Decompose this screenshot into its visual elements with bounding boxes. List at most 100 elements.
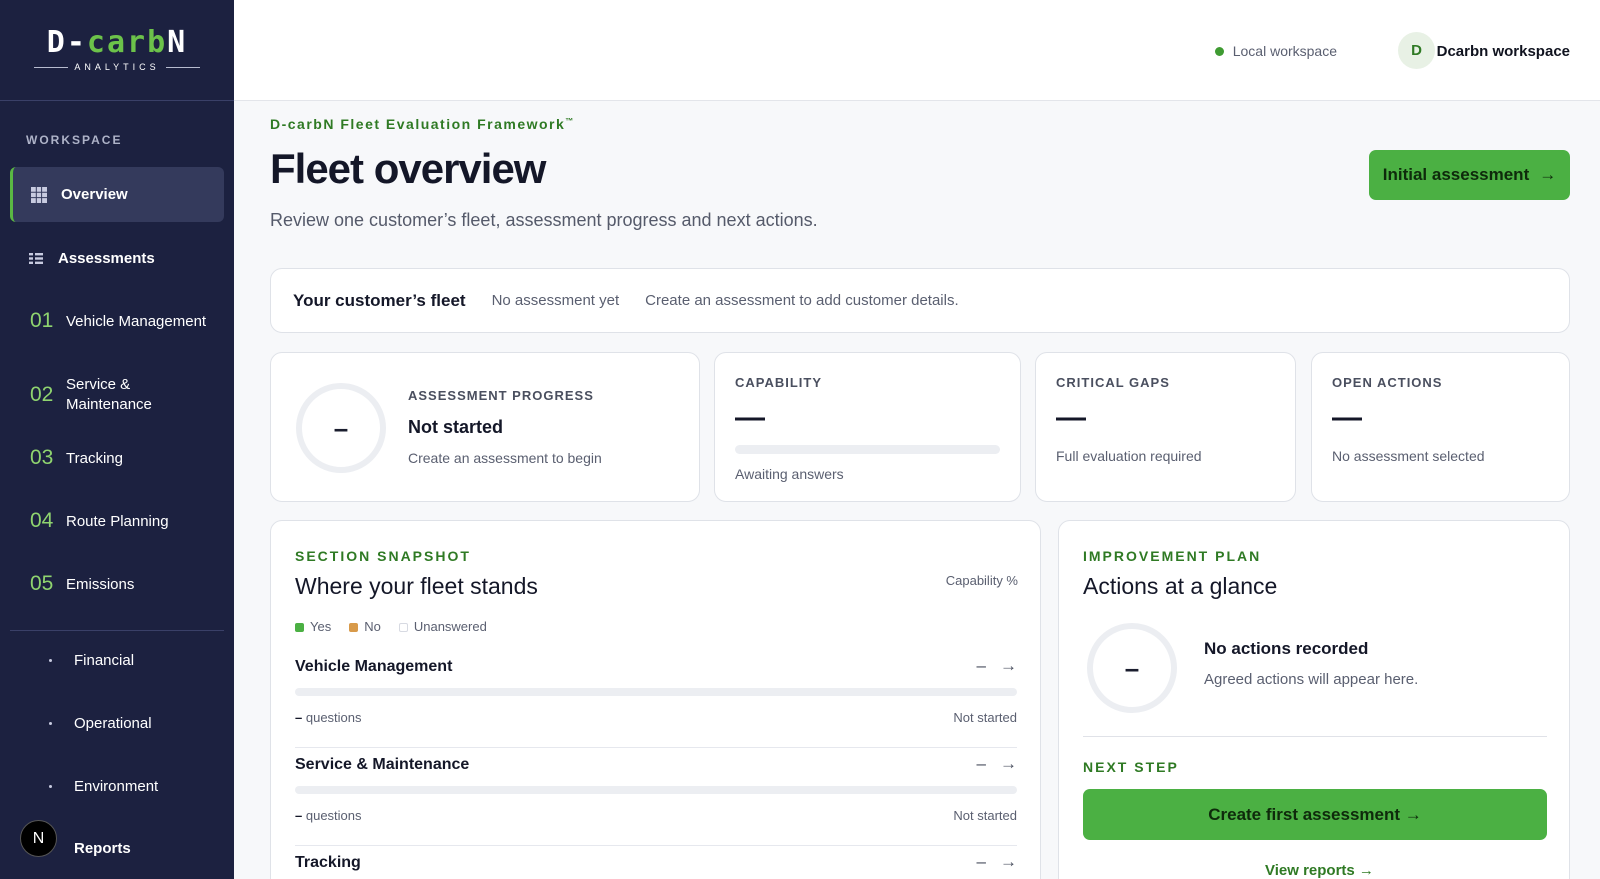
sidebar-item-label: Assessments (58, 249, 155, 267)
capability-bar (735, 445, 1000, 454)
sidebar-item-label: Tracking (66, 449, 123, 467)
logo-line-right (165, 66, 200, 68)
snapshot-row-value: – (976, 852, 986, 871)
snapshot-row-status: Not started (953, 710, 1017, 725)
sidebar-item-emissions[interactable]: 05 Emissions (10, 562, 224, 606)
snapshot-row-bar (295, 786, 1017, 794)
bullet-icon (40, 721, 60, 725)
sidebar-item-operational[interactable]: Operational (10, 701, 224, 745)
sidebar-item-label: Route Planning (66, 512, 169, 530)
sidebar-item-overview[interactable]: Overview (10, 167, 224, 222)
page-subtitle: Review one customer’s fleet, assessment … (270, 210, 818, 230)
snapshot-row-bar (295, 688, 1017, 696)
snapshot-row-title: Service & Maintenance (295, 756, 470, 773)
plan-title: Actions at a glance (1083, 573, 1278, 599)
capability-value: — (735, 401, 765, 434)
bullet-icon (40, 784, 60, 788)
progress-note: Create an assessment to begin (408, 450, 602, 466)
questions-count: – (295, 710, 303, 725)
sidebar-divider (10, 630, 224, 631)
sidebar-item-vehicle-management[interactable]: 01 Vehicle Management (10, 299, 224, 343)
legend-swatch-unanswered (398, 623, 408, 633)
sidebar-item-tracking[interactable]: 03 Tracking (10, 436, 224, 480)
logo-wordmark: D-carbN (46, 25, 188, 60)
initial-assessment-button[interactable]: Initial assessment → (1369, 150, 1570, 200)
no-actions-heading: No actions recorded (1204, 639, 1369, 658)
sidebar-item-label: Service & Maintenance (66, 375, 152, 413)
arrow-right-icon[interactable]: → (1000, 754, 1017, 774)
critical-gaps-note: Full evaluation required (1056, 448, 1202, 464)
sidebar-item-label: Financial (74, 651, 135, 669)
questions-label: questions (305, 710, 362, 725)
sidebar-item-label: Emissions (66, 575, 135, 593)
list-icon (26, 252, 46, 265)
workspace-name[interactable]: Dcarbn workspace (1437, 43, 1570, 60)
sidebar-item-assessments[interactable]: Assessments (10, 236, 224, 280)
fleet-bar-hint: Create an assessment to add customer det… (645, 292, 959, 309)
sidebar-item-number: 02 (30, 383, 54, 406)
dev-tools-badge[interactable]: N (20, 820, 57, 857)
create-first-assessment-button[interactable]: Create first assessment → (1083, 789, 1547, 840)
next-step-label: NEXT STEP (1083, 759, 1179, 775)
avatar[interactable]: D (1398, 32, 1435, 69)
arrow-right-icon[interactable]: → (1000, 852, 1017, 872)
sidebar-item-number: 04 (30, 509, 54, 532)
sidebar-item-number: 01 (30, 309, 54, 332)
sidebar-item-number: 03 (30, 446, 54, 469)
fleet-bar-status: No assessment yet (491, 292, 620, 309)
sidebar-item-label: Operational (74, 714, 152, 732)
snapshot-row-title: Tracking (295, 854, 361, 871)
snapshot-row-vehicle-management[interactable]: Vehicle Management – → – questions Not s… (295, 656, 1017, 748)
sidebar-item-environment[interactable]: Environment (10, 764, 224, 808)
improvement-plan-card: IMPROVEMENT PLAN Actions at a glance – N… (1058, 520, 1570, 879)
grid-icon (29, 186, 49, 203)
customer-fleet-bar: Your customer’s fleet No assessment yet … (270, 268, 1570, 333)
actions-ring: – (1087, 623, 1177, 713)
snapshot-row-tracking[interactable]: Tracking – → (295, 852, 1017, 879)
open-actions-label: OPEN ACTIONS (1332, 375, 1443, 390)
capability-label: CAPABILITY (735, 375, 823, 390)
sidebar-item-service-maintenance[interactable]: 02 Service & Maintenance (10, 367, 224, 423)
capability-card: CAPABILITY — Awaiting answers (714, 352, 1021, 502)
logo-line-left (34, 66, 69, 68)
legend-yes: Yes (295, 619, 331, 634)
snapshot-eyebrow: SECTION SNAPSHOT (295, 548, 471, 564)
page-title: Fleet overview (270, 145, 546, 192)
snapshot-row-title: Vehicle Management (295, 658, 453, 675)
snapshot-row-status: Not started (953, 808, 1017, 823)
snapshot-row-service-maintenance[interactable]: Service & Maintenance – → – questions No… (295, 754, 1017, 846)
logo[interactable]: D-carbN ANALYTICS (0, 0, 234, 101)
bullet-icon (40, 658, 60, 662)
section-snapshot-card: SECTION SNAPSHOT Where your fleet stands… (270, 520, 1041, 879)
sidebar-item-route-planning[interactable]: 04 Route Planning (10, 499, 224, 543)
sidebar-item-number: 05 (30, 572, 54, 595)
capability-note: Awaiting answers (735, 466, 844, 482)
progress-value: Not started (408, 417, 504, 437)
legend-swatch-no (349, 623, 359, 633)
critical-gaps-value: — (1056, 401, 1086, 434)
logo-subtitle: ANALYTICS (34, 62, 200, 72)
sidebar-item-financial[interactable]: Financial (10, 638, 224, 682)
trademark: ™ (565, 116, 575, 126)
progress-ring: – (296, 383, 386, 473)
legend-unanswered: Unanswered (398, 619, 487, 634)
sidebar-item-label: Environment (74, 777, 159, 795)
snapshot-legend: Yes No Unanswered (295, 619, 487, 634)
sidebar-item-label: Vehicle Management (66, 312, 207, 330)
arrow-right-icon[interactable]: → (1000, 656, 1017, 676)
capability-percent-label: Capability % (945, 573, 1018, 588)
progress-label: ASSESSMENT PROGRESS (408, 388, 594, 403)
questions-count: – (295, 808, 303, 823)
critical-gaps-label: CRITICAL GAPS (1056, 375, 1170, 390)
no-actions-note: Agreed actions will appear here. (1204, 671, 1419, 688)
view-reports-link[interactable]: View reports → (1265, 862, 1374, 879)
snapshot-row-value: – (976, 656, 986, 675)
legend-swatch-yes (295, 623, 304, 633)
arrow-right-icon: → (1539, 165, 1557, 184)
plan-eyebrow: IMPROVEMENT PLAN (1083, 548, 1262, 564)
local-workspace-label: Local workspace (1232, 43, 1337, 59)
open-actions-value: — (1332, 401, 1362, 434)
questions-label: questions (305, 808, 362, 823)
status-dot-icon (1214, 46, 1224, 56)
sidebar-item-label: Overview (61, 186, 128, 203)
